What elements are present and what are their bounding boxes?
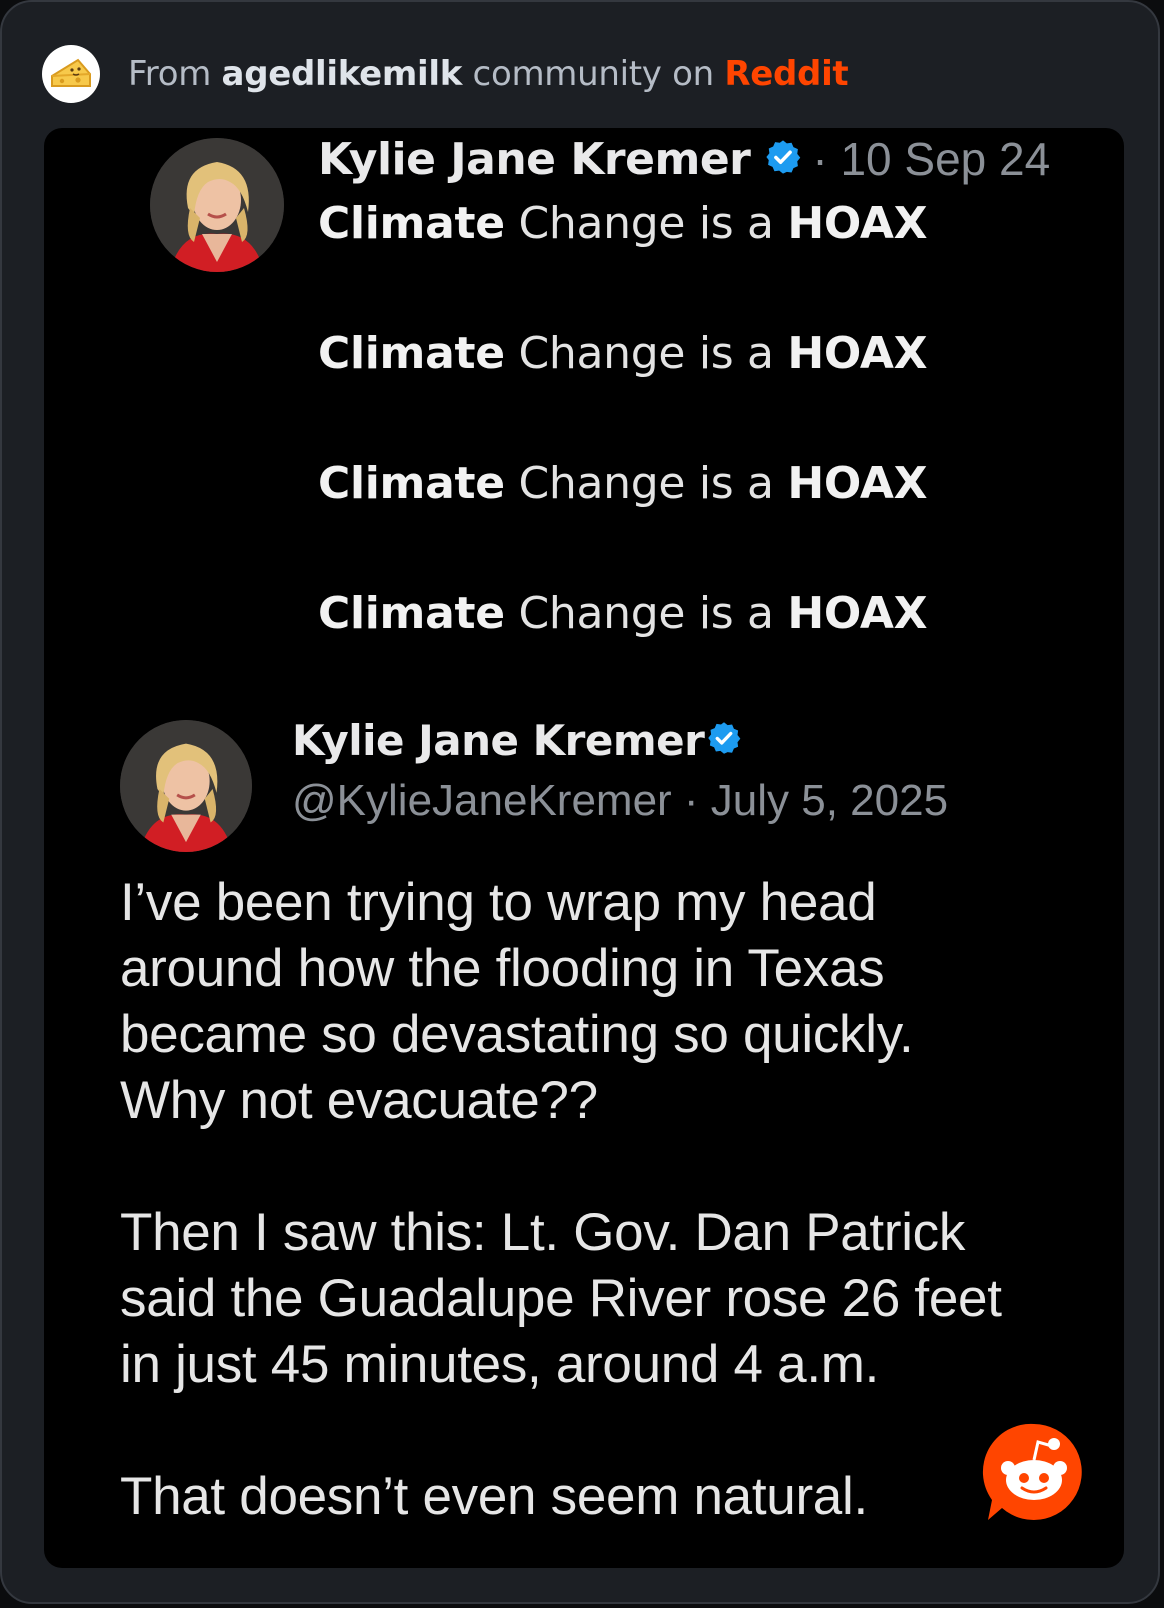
handle-and-date: @KylieJaneKremer · July 5, 2025 — [292, 776, 949, 825]
from-label: From — [128, 54, 222, 94]
author-name[interactable]: Kylie Jane Kremer — [292, 716, 705, 765]
tweet-text-line: around how the flooding in Texas — [120, 939, 885, 998]
tweet-text-line: Climate Change is a HOAX — [318, 198, 928, 249]
verified-badge-icon — [764, 138, 802, 181]
tweet-text-line: Climate Change is a HOAX — [318, 328, 928, 379]
verified-badge-icon — [706, 720, 742, 761]
reddit-snoo-icon[interactable] — [982, 1420, 1086, 1524]
tweet-date: · 10 Sep 24 — [812, 133, 1051, 185]
community-link[interactable]: agedlikemilk — [222, 54, 463, 94]
tweet-text-line: Climate Change is a HOAX — [318, 588, 928, 639]
tweet-text-line: became so devastating so quickly. — [120, 1005, 914, 1064]
tweet2-header: Kylie Jane Kremer — [292, 716, 742, 765]
tweet-text-line: Why not evacuate?? — [120, 1071, 598, 1130]
tweet-text-line: I’ve been trying to wrap my head — [120, 873, 877, 932]
tweet1-header: Kylie Jane Kremer · 10 Sep 24 — [318, 132, 1050, 186]
community-on-label: community on — [462, 54, 725, 94]
reddit-link[interactable]: Reddit — [724, 54, 848, 94]
tweet-text-line: Climate Change is a HOAX — [318, 458, 928, 509]
avatar — [120, 720, 252, 852]
tweet-text-line: said the Guadalupe River rose 26 feet — [120, 1269, 1002, 1328]
tweet-text-line: Then I saw this: Lt. Gov. Dan Patrick — [120, 1203, 966, 1262]
tweet-text-line: That doesn’t even seem natural. — [120, 1467, 868, 1526]
avatar — [150, 138, 284, 272]
post-image[interactable]: Kylie Jane Kremer · 10 Sep 24 Climate Ch… — [44, 128, 1124, 1568]
source-header: From agedlikemilk community on Reddit — [42, 42, 849, 106]
cheese-icon[interactable] — [42, 45, 100, 103]
tweet-text-line: in just 45 minutes, around 4 a.m. — [120, 1335, 880, 1394]
tweet2-body: I’ve been trying to wrap my head around … — [120, 870, 1110, 1530]
reddit-share-card: From agedlikemilk community on Reddit Ky… — [0, 0, 1160, 1604]
author-name[interactable]: Kylie Jane Kremer — [318, 134, 751, 185]
source-text: From agedlikemilk community on Reddit — [128, 54, 849, 94]
